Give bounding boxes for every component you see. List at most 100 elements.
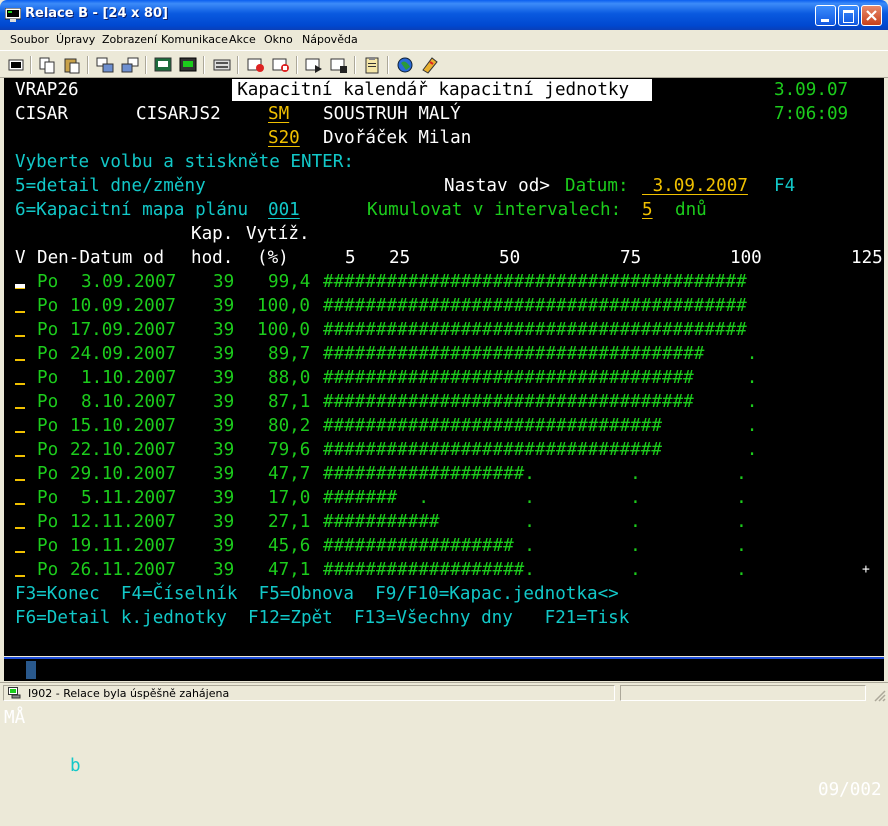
- row-util-pct: 99,4: [268, 272, 311, 292]
- table-row: Po 17.09.2007 39 100,0 #####################…: [4, 318, 884, 342]
- menu-zobrazeni[interactable]: Zobrazení: [102, 33, 157, 46]
- display-button[interactable]: [153, 55, 173, 75]
- datum-field[interactable]: 3.09.2007: [642, 174, 748, 198]
- col-den-header: Den-Datum od: [37, 248, 165, 268]
- row-date: 22.10.2007: [70, 440, 176, 460]
- row-option-field[interactable]: [15, 479, 25, 481]
- keyboard-button[interactable]: [212, 55, 232, 75]
- menu-akce[interactable]: Akce: [229, 33, 256, 46]
- scale-label: 25: [389, 248, 411, 268]
- display2-button[interactable]: [178, 55, 198, 75]
- oia-mode: MÅ: [4, 708, 26, 728]
- unit-description: SOUSTRUH MALÝ: [323, 104, 461, 124]
- print-screen-button[interactable]: [6, 55, 26, 75]
- interval-field[interactable]: 5: [642, 198, 653, 222]
- row-date: 5.11.2007: [81, 488, 177, 508]
- row-option-field[interactable]: [15, 359, 25, 361]
- program-id: VRAP26: [15, 80, 79, 100]
- send-button[interactable]: [95, 55, 115, 75]
- row-date: 1.10.2007: [81, 368, 177, 388]
- row-option-field[interactable]: [15, 455, 25, 457]
- row-hours: 39: [213, 344, 235, 364]
- table-row: Po 15.10.2007 39 80,2 ######################…: [4, 414, 884, 438]
- paste-button[interactable]: [62, 55, 82, 75]
- copy-icon: [39, 57, 55, 74]
- map-field[interactable]: 001: [268, 198, 300, 222]
- row-option-field[interactable]: [15, 335, 25, 337]
- cursor-position: 09/002: [818, 780, 882, 800]
- display-icon: [154, 57, 172, 72]
- plus-marker-row: +: [4, 558, 884, 582]
- macro-play-button[interactable]: [271, 55, 291, 75]
- row-hours: 39: [213, 416, 235, 436]
- row-util-pct: 27,1: [268, 512, 311, 532]
- row-date: 3.09.2007: [81, 272, 177, 292]
- menu-upravy[interactable]: Úpravy: [56, 33, 95, 46]
- macro-step-icon: [330, 58, 347, 73]
- column-header-row1: Kap. Vytíž.: [4, 222, 884, 246]
- row-option-field[interactable]: [15, 503, 25, 505]
- row-util-pct: 100,0: [257, 320, 310, 340]
- row-option-field[interactable]: [15, 527, 25, 529]
- row-util-pct: 45,6: [268, 536, 311, 556]
- help-button[interactable]: [420, 55, 440, 75]
- status-message-panel: I902 - Relace byla úspěšně zahájena: [3, 685, 615, 701]
- row-option-field[interactable]: [15, 431, 25, 433]
- maximize-button[interactable]: [838, 5, 859, 26]
- minimize-button[interactable]: [815, 5, 836, 26]
- screen-header-row3: S20 Dvořáček Milan: [4, 126, 884, 150]
- menu-soubor[interactable]: Soubor: [10, 33, 49, 46]
- more-indicator: +: [862, 562, 870, 577]
- row-option-field[interactable]: [15, 311, 25, 313]
- row-option-field[interactable]: [15, 551, 25, 553]
- option5-row: 5=detail dne/změny Nastav od> Datum: 3.09.…: [4, 174, 884, 198]
- window-title: Relace B - [24 x 80]: [25, 6, 168, 21]
- globe-button[interactable]: [395, 55, 415, 75]
- macro-step-button[interactable]: [329, 55, 349, 75]
- table-row: Po 3.09.2007 39 99,4 #######################…: [4, 270, 884, 294]
- menu-okno[interactable]: Okno: [264, 33, 293, 46]
- menu-napoveda[interactable]: Nápověda: [302, 33, 358, 46]
- f4-hint: F4: [774, 176, 796, 196]
- row-date: 12.11.2007: [70, 512, 176, 532]
- keyboard-icon: [213, 59, 231, 71]
- unit-code-field[interactable]: SM: [268, 102, 289, 126]
- row-hours: 39: [213, 272, 235, 292]
- interval-unit: dnů: [675, 200, 707, 220]
- resize-grip-icon[interactable]: [872, 688, 886, 702]
- menubar: Soubor Úpravy Zobrazení Komunikace Akce …: [0, 30, 888, 49]
- worker-code-field[interactable]: S20: [268, 126, 300, 150]
- macro-record-button[interactable]: [246, 55, 266, 75]
- row-util-pct: 80,2: [268, 416, 311, 436]
- window-titlebar[interactable]: Relace B - [24 x 80]: [0, 0, 888, 30]
- terminal-screen[interactable]: VRAP26 Kapacitní kalendář kapacitní jedno…: [4, 78, 884, 656]
- oia-line: MÅ b 09/002: [4, 657, 884, 800]
- macro-stop-button[interactable]: [304, 55, 324, 75]
- menu-komunikace[interactable]: Komunikace: [161, 33, 228, 46]
- close-icon: [866, 10, 877, 21]
- row-hours: 39: [213, 488, 235, 508]
- table-row: Po 24.09.2007 39 89,7 ######################…: [4, 342, 884, 366]
- copy-button[interactable]: [37, 55, 57, 75]
- row-option-field[interactable]: [15, 407, 25, 409]
- row-date: 8.10.2007: [81, 392, 177, 412]
- row-hours: 39: [213, 512, 235, 532]
- maximize-icon: [843, 10, 854, 23]
- row-hours: 39: [213, 368, 235, 388]
- display-icon: [179, 57, 197, 72]
- column-header-row2: V Den-Datum od hod. (%) 5 25 50 75 100 125: [4, 246, 884, 270]
- row-date: 10.09.2007: [70, 296, 176, 316]
- receive-button[interactable]: [120, 55, 140, 75]
- close-button[interactable]: [861, 5, 882, 26]
- status-message: I902 - Relace byla úspěšně zahájena: [28, 687, 230, 700]
- row-util-pct: 88,0: [268, 368, 311, 388]
- app-icon: [5, 8, 21, 22]
- col-kap-header: Kap.: [191, 224, 234, 244]
- clipboard-button[interactable]: [362, 55, 382, 75]
- row-util-bar: ########################################: [323, 320, 747, 340]
- row-option-field[interactable]: [15, 383, 25, 385]
- row-day: Po: [37, 488, 59, 508]
- row-util-bar: ########################################: [323, 296, 747, 316]
- table-row: Po 1.10.2007 39 88,0 #######################…: [4, 366, 884, 390]
- oia-text: MÅ b 09/002: [4, 658, 884, 800]
